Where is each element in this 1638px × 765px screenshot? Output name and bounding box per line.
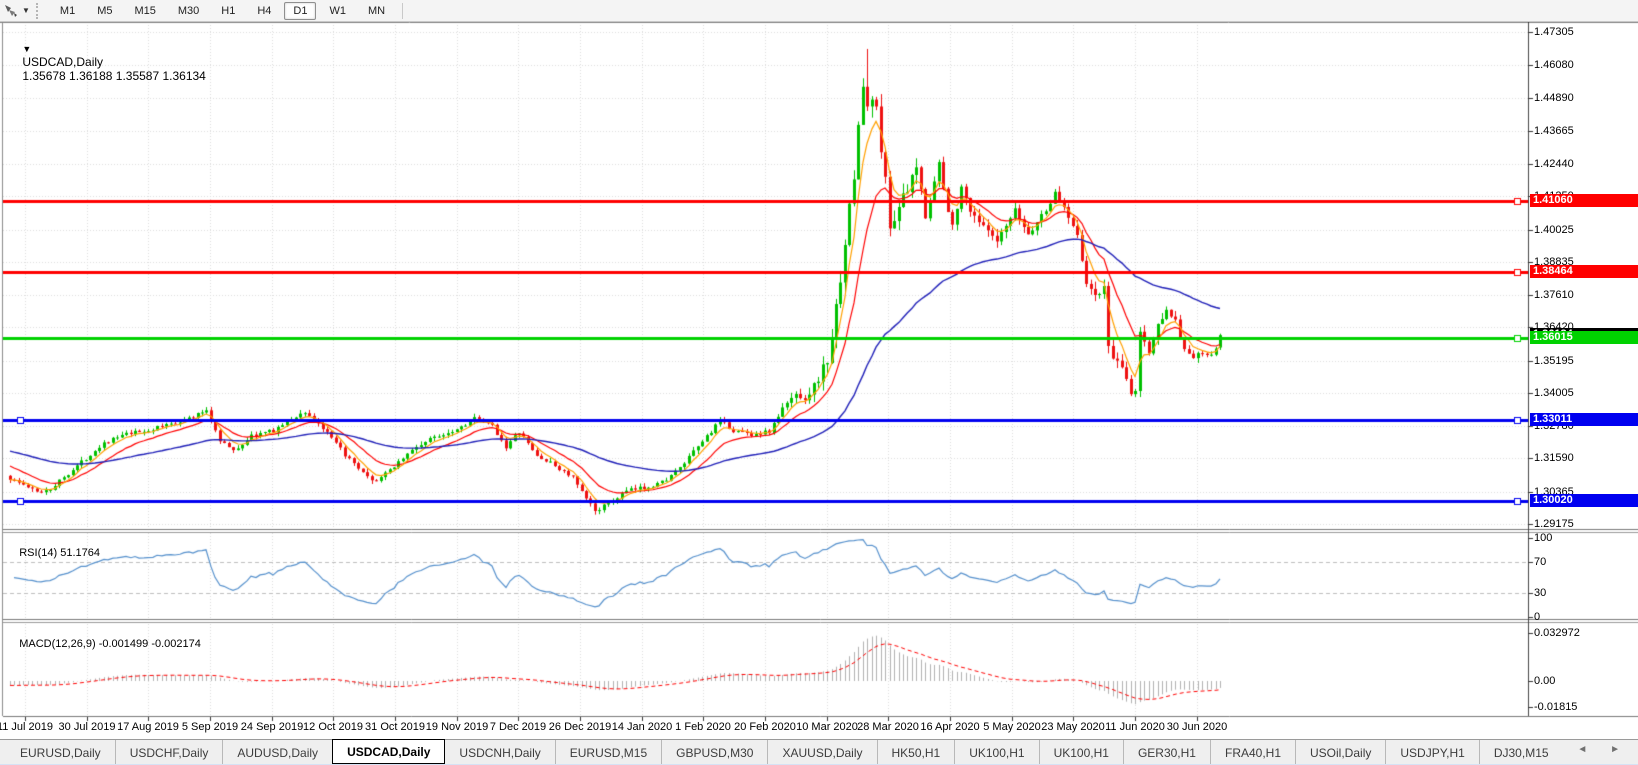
price-tick-label: 1.34005: [1534, 387, 1574, 399]
chart-tab-usdjpy[interactable]: USDJPY,H1: [1385, 740, 1478, 764]
timeframe-button-m1[interactable]: M1: [51, 2, 84, 20]
timeframe-button-m15[interactable]: M15: [125, 2, 164, 20]
price-tick-label: 1.47305: [1534, 26, 1574, 38]
tab-next-icon[interactable]: ►: [1610, 744, 1630, 755]
level-line-price-label[interactable]: 1.30020: [1530, 494, 1638, 507]
chart-tab-dj30[interactable]: DJ30,M15: [1479, 740, 1563, 764]
chart-tab-uk100[interactable]: UK100,H1: [954, 740, 1038, 764]
timeframe-button-m30[interactable]: M30: [169, 2, 208, 20]
rsi-scale-label: 100: [1534, 532, 1552, 544]
date-tick-label: 11 Jun 2020: [1105, 721, 1165, 733]
toolbar-separator: [402, 3, 403, 19]
chart-tab-usoil[interactable]: USOil,Daily: [1295, 740, 1385, 764]
timeframe-button-group: M1M5M15 M30H1H4D1W1MN: [49, 2, 396, 20]
price-tick-label: 1.43665: [1534, 125, 1574, 137]
level-line-price-label[interactable]: 1.33011: [1530, 413, 1638, 426]
date-tick-label: 16 Apr 2020: [920, 721, 979, 733]
toolbar-caret-icon[interactable]: ▼: [22, 6, 30, 15]
chart-tab-hk50[interactable]: HK50,H1: [877, 740, 955, 764]
date-tick-label: 10 Mar 2020: [796, 721, 858, 733]
price-tick-label: 1.44890: [1534, 92, 1574, 104]
level-line-price-label[interactable]: 1.36015: [1530, 331, 1638, 344]
date-tick-label: 17 Aug 2019: [117, 721, 179, 733]
price-tick-label: 1.31590: [1534, 452, 1574, 464]
macd-indicator-label: MACD(12,26,9) -0.001499 -0.002174: [7, 626, 201, 662]
chart-tab-uk100[interactable]: UK100,H1: [1039, 740, 1123, 764]
date-tick-label: 11 Jul 2019: [0, 721, 53, 733]
chart-tab-fra40[interactable]: FRA40,H1: [1210, 740, 1295, 764]
toolbar: ▼ M1M5M15 M30H1H4D1W1MN: [0, 0, 1638, 22]
chart-tab-ger30[interactable]: GER30,H1: [1123, 740, 1210, 764]
rsi-scale-label: 0: [1534, 611, 1540, 623]
timeframe-button-w1[interactable]: W1: [320, 2, 355, 20]
macd-scale-label: -0.01815: [1534, 701, 1577, 713]
timeframe-button-h1[interactable]: H1: [212, 2, 244, 20]
mt4-window: ▼ M1M5M15 M30H1H4D1W1MN ▼ USDCAD,Daily 1.…: [0, 0, 1638, 765]
date-tick-label: 30 Jun 2020: [1167, 721, 1228, 733]
level-line-price-label[interactable]: 1.41060: [1530, 194, 1638, 207]
chart-tab-audusd[interactable]: AUDUSD,Daily: [222, 740, 332, 764]
tab-scroll-arrows: ◄ ►: [1577, 744, 1630, 755]
date-tick-label: 26 Dec 2019: [549, 721, 611, 733]
chart-tab-usdcnh[interactable]: USDCNH,Daily: [445, 740, 554, 764]
draw-tools-icon[interactable]: [3, 4, 20, 18]
date-tick-label: 28 Mar 2020: [857, 721, 919, 733]
window-menu-icon[interactable]: ▼: [22, 44, 31, 54]
rsi-scale-label: 30: [1534, 587, 1546, 599]
date-tick-label: 30 Jul 2019: [59, 721, 116, 733]
chart-tab-xauusd[interactable]: XAUUSD,Daily: [767, 740, 876, 764]
chart-title: ▼ USDCAD,Daily 1.35678 1.36188 1.35587 1…: [9, 27, 206, 97]
price-tick-label: 1.46080: [1534, 59, 1574, 71]
rsi-scale-label: 70: [1534, 556, 1546, 568]
price-tick-label: 1.35195: [1534, 355, 1574, 367]
chart-tab-gbpusd[interactable]: GBPUSD,M30: [661, 740, 767, 764]
date-tick-label: 12 Oct 2019: [303, 721, 363, 733]
chart-tab-usdchf[interactable]: USDCHF,Daily: [115, 740, 223, 764]
macd-scale-label: 0.032972: [1534, 627, 1580, 639]
chart-tab-eurusd[interactable]: EURUSD,Daily: [6, 740, 115, 764]
chart-tab-bar: EURUSD,DailyUSDCHF,DailyAUDUSD,DailyUSDC…: [0, 739, 1638, 764]
price-tick-label: 1.42440: [1534, 158, 1574, 170]
timeframe-button-m5[interactable]: M5: [88, 2, 121, 20]
level-line-price-label[interactable]: 1.38464: [1530, 265, 1638, 278]
timeframe-button-d1[interactable]: D1: [284, 2, 316, 20]
chart-tab-usdcad[interactable]: USDCAD,Daily: [332, 739, 445, 764]
chart-canvas[interactable]: [0, 0, 1638, 765]
date-tick-label: 7 Dec 2019: [490, 721, 546, 733]
price-tick-label: 1.37610: [1534, 289, 1574, 301]
date-tick-label: 31 Oct 2019: [365, 721, 425, 733]
chart-ohlc-values: 1.35678 1.36188 1.35587 1.36134: [22, 69, 206, 83]
price-tick-label: 1.29175: [1534, 518, 1574, 530]
date-tick-label: 5 May 2020: [983, 721, 1040, 733]
chart-symbol-label: USDCAD,Daily: [22, 55, 103, 69]
macd-scale-label: 0.00: [1534, 675, 1555, 687]
date-tick-label: 19 Nov 2019: [426, 721, 488, 733]
date-tick-label: 24 Sep 2019: [241, 721, 303, 733]
timeframe-button-mn[interactable]: MN: [359, 2, 394, 20]
rsi-indicator-label: RSI(14) 51.1764: [7, 535, 100, 571]
timeframe-button-h4[interactable]: H4: [248, 2, 280, 20]
toolbar-grip-icon[interactable]: [36, 3, 43, 19]
date-tick-label: 1 Feb 2020: [675, 721, 731, 733]
tab-prev-icon[interactable]: ◄: [1577, 744, 1597, 755]
date-tick-label: 23 May 2020: [1041, 721, 1105, 733]
chart-tab-eurusd[interactable]: EURUSD,M15: [555, 740, 661, 764]
date-tick-label: 20 Feb 2020: [734, 721, 796, 733]
date-tick-label: 14 Jan 2020: [612, 721, 673, 733]
price-tick-label: 1.40025: [1534, 224, 1574, 236]
date-tick-label: 5 Sep 2019: [182, 721, 238, 733]
